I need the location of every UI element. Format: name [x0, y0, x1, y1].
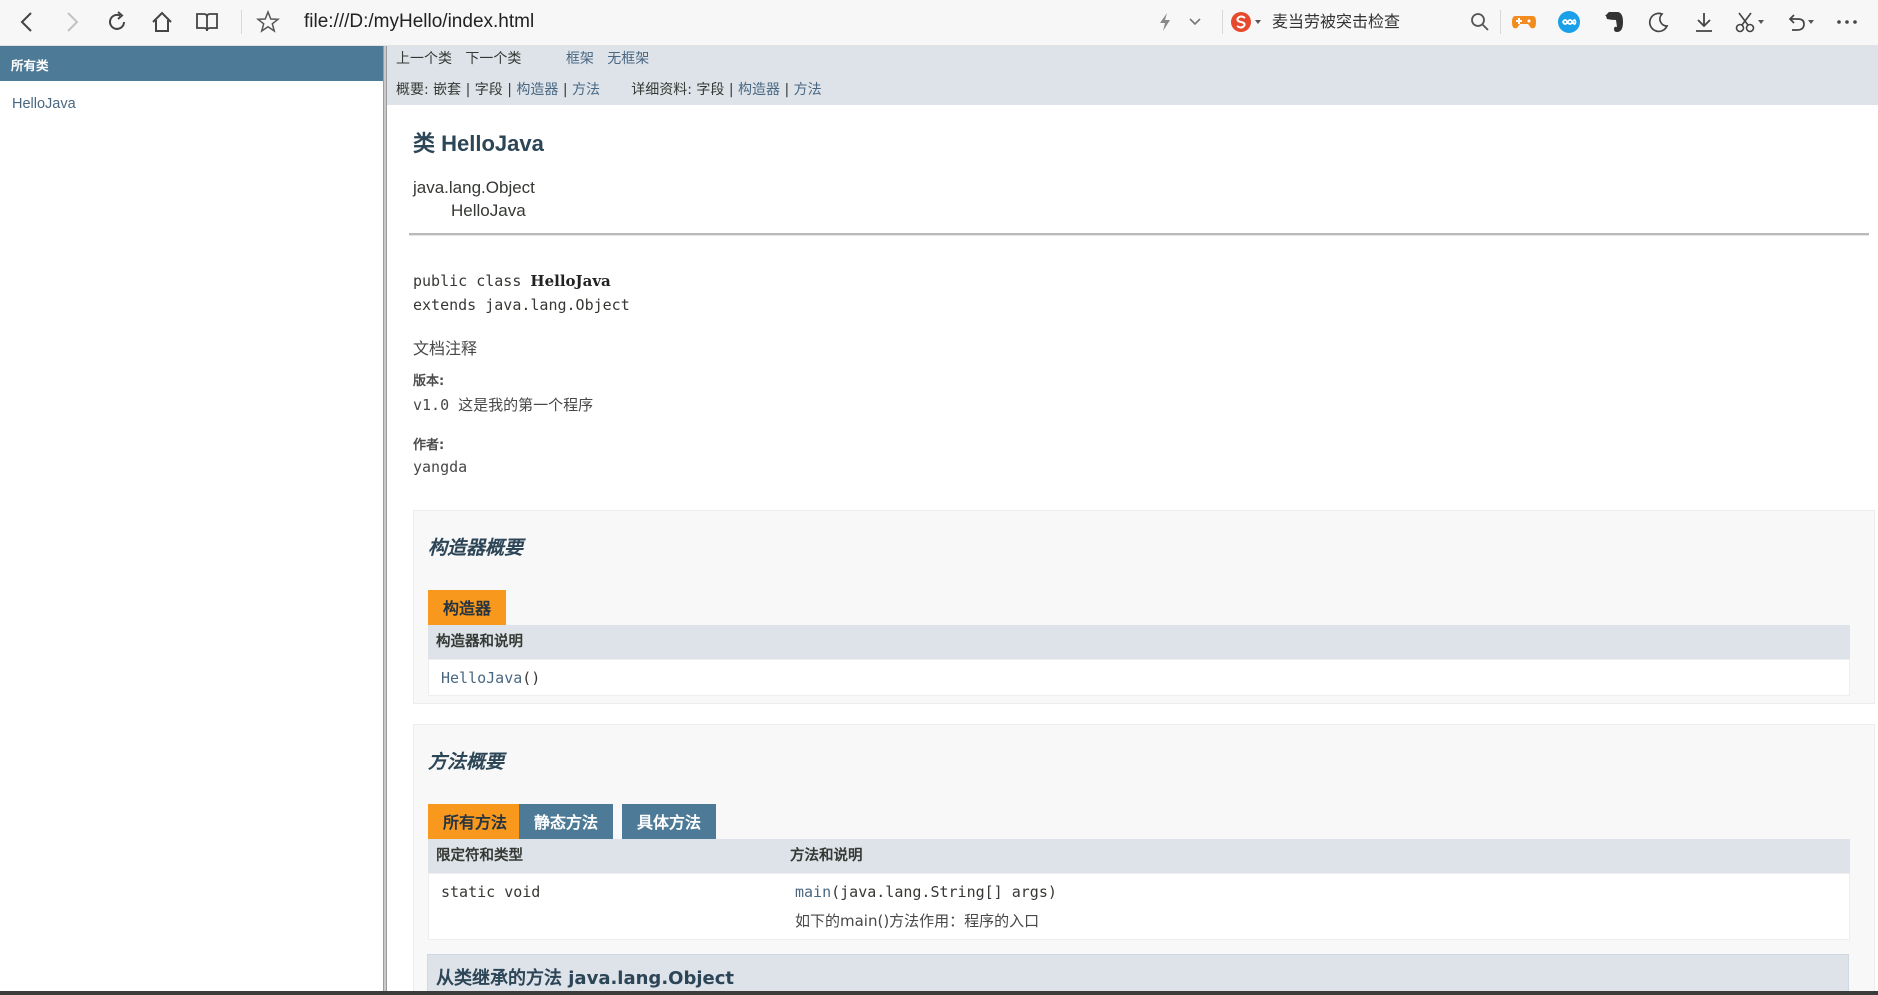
- inherited-methods-label: 从类继承的方法 java.lang.Object: [436, 968, 734, 989]
- sub-nav-bar: 上一个类 下一个类 框架 无框架 概要: 嵌套 | 字段 | 构造器 | 方法 …: [387, 46, 1878, 105]
- signature-class-name: HelloJava: [530, 272, 611, 290]
- frames-link[interactable]: 框架: [566, 51, 594, 67]
- detail-constructor-link[interactable]: 构造器: [738, 82, 780, 98]
- nav-separator: |: [780, 82, 794, 98]
- toolbar-separator: [1222, 10, 1223, 34]
- column-header-modifier: 限定符和类型: [436, 848, 523, 864]
- constructor-link[interactable]: HelloJava: [441, 669, 522, 687]
- tab-all-methods[interactable]: 所有方法: [428, 804, 523, 839]
- inheritance-child: HelloJava: [451, 201, 526, 220]
- nav-separator: |: [502, 82, 517, 98]
- nav-separator: |: [461, 82, 475, 98]
- browser-toolbar: file:///D:/myHello/index.html 麦当劳被突击检查: [0, 0, 1878, 46]
- link-icon[interactable]: [1555, 8, 1583, 36]
- detail-method-link[interactable]: 方法: [794, 82, 822, 98]
- reload-icon[interactable]: [103, 8, 131, 36]
- method-table-header: 限定符和类型 方法和说明: [428, 839, 1850, 873]
- download-icon[interactable]: [1690, 8, 1718, 36]
- back-icon[interactable]: [13, 8, 41, 36]
- constructor-params: (): [522, 669, 541, 687]
- nav-row-1: 上一个类 下一个类 框架 无框架: [396, 48, 649, 68]
- search-icon[interactable]: [1466, 8, 1494, 36]
- all-classes-frame: 所有类 HelloJava: [0, 46, 383, 995]
- evernote-icon[interactable]: [1600, 8, 1628, 36]
- moon-icon[interactable]: [1645, 8, 1673, 36]
- nav-row-2: 概要: 嵌套 | 字段 | 构造器 | 方法 详细资料: 字段 | 构造器 | …: [396, 79, 822, 99]
- method-summary-heading: 方法概要: [428, 751, 505, 773]
- tab-static-methods[interactable]: 静态方法: [519, 804, 614, 839]
- inheritance-parent: java.lang.Object: [413, 178, 535, 197]
- author-value: yangda: [413, 458, 468, 476]
- nav-separator: |: [558, 82, 573, 98]
- class-doc-frame: 上一个类 下一个类 框架 无框架 概要: 嵌套 | 字段 | 构造器 | 方法 …: [387, 46, 1878, 995]
- address-bar[interactable]: file:///D:/myHello/index.html: [304, 8, 534, 36]
- class-description: 文档注释: [413, 339, 478, 358]
- constructor-cell: HelloJava(): [441, 669, 540, 687]
- nav-separator: |: [724, 82, 738, 98]
- forward-icon[interactable]: [58, 8, 86, 36]
- search-box[interactable]: 麦当劳被突击检查: [1272, 8, 1400, 36]
- signature-modifiers: public class: [413, 272, 531, 290]
- game-icon[interactable]: [1510, 8, 1538, 36]
- method-params: (java.lang.String[] args): [831, 883, 1057, 901]
- table-row: HelloJava(): [428, 659, 1850, 696]
- all-classes-header: 所有类: [0, 46, 383, 81]
- method-signature: main(java.lang.String[] args): [795, 883, 1057, 901]
- method-modifier: static void: [441, 883, 541, 901]
- star-icon[interactable]: [254, 8, 282, 36]
- method-description: 如下的main()方法作用：程序的入口: [795, 912, 1040, 930]
- detail-field: 字段: [696, 82, 725, 98]
- sogou-search-icon[interactable]: [1229, 8, 1265, 36]
- taskbar-edge: [0, 991, 1878, 995]
- author-label: 作者:: [413, 438, 445, 453]
- prev-class-link: 上一个类: [396, 51, 452, 67]
- inherited-methods-header: 从类继承的方法 java.lang.Object: [427, 954, 1849, 995]
- more-icon[interactable]: [1833, 8, 1861, 36]
- reading-icon[interactable]: [193, 8, 221, 36]
- home-icon[interactable]: [148, 8, 176, 36]
- column-header-method: 方法和说明: [790, 848, 863, 864]
- scissors-icon[interactable]: [1733, 8, 1767, 36]
- constructor-summary-heading: 构造器概要: [428, 537, 524, 559]
- class-link-hellojava[interactable]: HelloJava: [12, 96, 76, 112]
- table-row: static void main(java.lang.String[] args…: [428, 873, 1850, 940]
- toolbar-separator: [241, 10, 242, 34]
- no-frames-link[interactable]: 无框架: [607, 51, 649, 67]
- lightning-icon[interactable]: [1151, 8, 1179, 36]
- column-header: 构造器和说明: [436, 634, 523, 650]
- detail-label: 详细资料:: [631, 82, 697, 98]
- tab-concrete-methods[interactable]: 具体方法: [622, 804, 717, 839]
- method-link-main[interactable]: main: [795, 883, 831, 901]
- summary-nested: 嵌套: [433, 82, 462, 98]
- version-value: v1.0 这是我的第一个程序: [413, 396, 594, 414]
- class-signature: public class HelloJava: [413, 272, 611, 290]
- constructor-table-header: 构造器和说明: [428, 625, 1850, 659]
- signature-extends: extends java.lang.Object: [413, 296, 630, 314]
- undo-icon[interactable]: [1783, 8, 1817, 36]
- next-class-link: 下一个类: [465, 51, 522, 67]
- summary-label: 概要:: [396, 82, 434, 98]
- chevron-down-icon[interactable]: [1181, 8, 1209, 36]
- version-label: 版本:: [413, 374, 445, 389]
- summary-field: 字段: [474, 82, 503, 98]
- page-title: 类 HelloJava: [413, 131, 544, 156]
- summary-constructor-link[interactable]: 构造器: [516, 82, 558, 98]
- summary-method-link[interactable]: 方法: [572, 82, 600, 98]
- constructor-summary: 构造器概要 构造器 构造器和说明 HelloJava(): [413, 510, 1875, 704]
- toolbar-separator: [1500, 10, 1501, 34]
- tab-constructors[interactable]: 构造器: [428, 590, 507, 625]
- section-divider: [409, 233, 1869, 236]
